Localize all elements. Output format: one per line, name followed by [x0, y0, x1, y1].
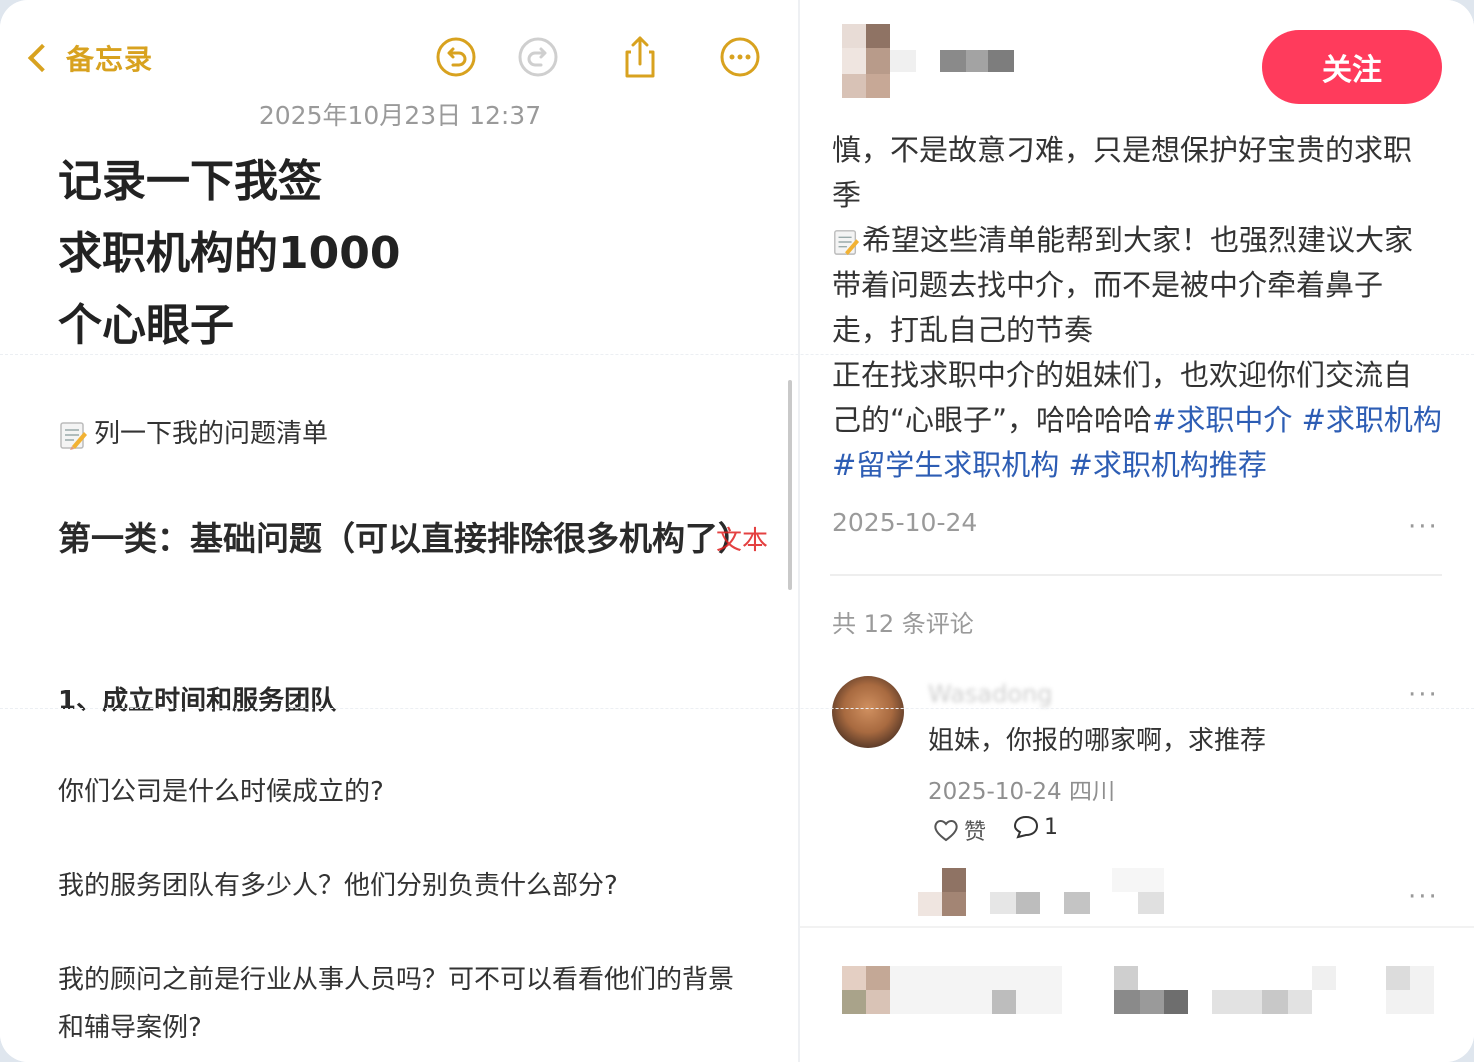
like-label: 赞	[964, 820, 987, 845]
comment-meta: 2025-10-24 四川	[928, 779, 1115, 805]
app-window: 备忘录 2025年10月23日 12:37 记录一下我签 求职机构的1000 个…	[0, 0, 1474, 1062]
title-line: 求职机构的1000	[58, 228, 401, 279]
heart-icon	[934, 820, 958, 842]
divider	[830, 574, 1442, 576]
body-line: #留学生求职机构 #求职机构推荐	[832, 443, 1442, 488]
notes-pane: 备忘录 2025年10月23日 12:37 记录一下我签 求职机构的1000 个…	[0, 0, 798, 1062]
memo-icon	[834, 230, 860, 256]
post-more-button[interactable]: ···	[1408, 512, 1439, 542]
memo-icon	[60, 421, 87, 450]
body-line: 走，打乱自己的节奏	[832, 313, 1094, 347]
list-intro-text: 列一下我的问题清单	[94, 419, 329, 449]
guide-line	[0, 708, 1474, 710]
commenter-avatar[interactable]	[832, 676, 904, 748]
body-line: 季	[832, 178, 862, 212]
scrollbar-thumb[interactable]	[788, 380, 792, 590]
post-date: 2025-10-24	[832, 508, 978, 537]
comment-text: 姐妹，你报的哪家啊，求推荐	[928, 726, 1267, 756]
chevron-left-icon	[27, 43, 57, 73]
back-button[interactable]: 备忘录	[24, 38, 153, 78]
body-line-text: 己的“心眼子”，哈哈哈哈	[832, 403, 1153, 437]
body-line-text: 希望这些清单能帮到大家！也强烈建议大家	[862, 223, 1414, 257]
title-line: 记录一下我签	[58, 156, 322, 207]
question-item: 我的服务团队有多少人？他们分别负责什么部分?	[58, 871, 618, 901]
body-line: 正在找求职中介的姐妹们，也欢迎你们交流自	[832, 358, 1413, 392]
like-button[interactable]: 赞	[932, 814, 986, 846]
note-title: 记录一下我签 求职机构的1000 个心眼子	[58, 146, 498, 362]
body-line: 己的“心眼子”，哈哈哈哈#求职中介 #求职机构	[832, 398, 1442, 443]
title-line: 个心眼子	[58, 300, 234, 351]
comment-icon	[1013, 815, 1039, 839]
reply-button[interactable]: 1	[1012, 814, 1058, 840]
reply-more-button[interactable]: ···	[1408, 882, 1439, 912]
question-item: 我的顾问之前是行业从事人员吗？可不可以看看他们的背景和辅导案例?	[58, 965, 735, 1043]
post-body: 慎，不是故意刁难，只是想保护好宝贵的求职 季 希望这些清单能帮到大家！也强烈建议…	[832, 128, 1442, 488]
more-button[interactable]	[719, 36, 761, 78]
author-avatar[interactable]	[842, 24, 890, 98]
section-heading: 1、成立时间和服务团队	[58, 686, 337, 716]
hashtag-link[interactable]: #求职机构	[1302, 403, 1442, 437]
divider	[800, 926, 1474, 928]
body-line: 带着问题去找中介，而不是被中介牵着鼻子	[832, 268, 1384, 302]
redo-button[interactable]	[517, 36, 559, 78]
body-line: 希望这些清单能帮到大家！也强烈建议大家	[832, 218, 1442, 263]
hashtag-link[interactable]: #求职中介	[1152, 403, 1292, 437]
undo-button[interactable]	[435, 36, 477, 78]
watermark-text: 文本	[716, 526, 769, 556]
share-button[interactable]	[619, 36, 661, 78]
back-label: 备忘录	[66, 43, 154, 76]
comment-more-button[interactable]: ···	[1408, 680, 1439, 710]
commenter-name[interactable]: Wasadong	[928, 680, 1052, 708]
comment-count: 共 12 条评论	[832, 610, 974, 638]
share-icon	[625, 36, 655, 78]
question-item: 你们公司是什么时候成立的?	[58, 777, 384, 807]
body-line: 慎，不是故意刁难，只是想保护好宝贵的求职	[832, 133, 1413, 167]
post-header: 关注	[800, 0, 1474, 128]
redo-icon	[518, 37, 558, 77]
undo-icon	[436, 37, 476, 77]
guide-line	[0, 354, 1474, 356]
list-intro: 列一下我的问题清单	[58, 410, 748, 458]
follow-button[interactable]: 关注	[1262, 30, 1442, 104]
more-icon	[720, 37, 760, 77]
hashtag-link[interactable]: #留学生求职机构	[832, 448, 1059, 482]
note-date: 2025年10月23日 12:37	[258, 101, 542, 130]
reply-count: 1	[1044, 814, 1058, 840]
category-heading: 第一类：基础问题（可以直接排除很多机构了）	[58, 519, 751, 558]
post-pane: 关注 慎，不是故意刁难，只是想保护好宝贵的求职 季 希望这些清单能帮到大家！也强…	[800, 0, 1474, 1062]
hashtag-link[interactable]: #求职机构推荐	[1069, 448, 1267, 482]
